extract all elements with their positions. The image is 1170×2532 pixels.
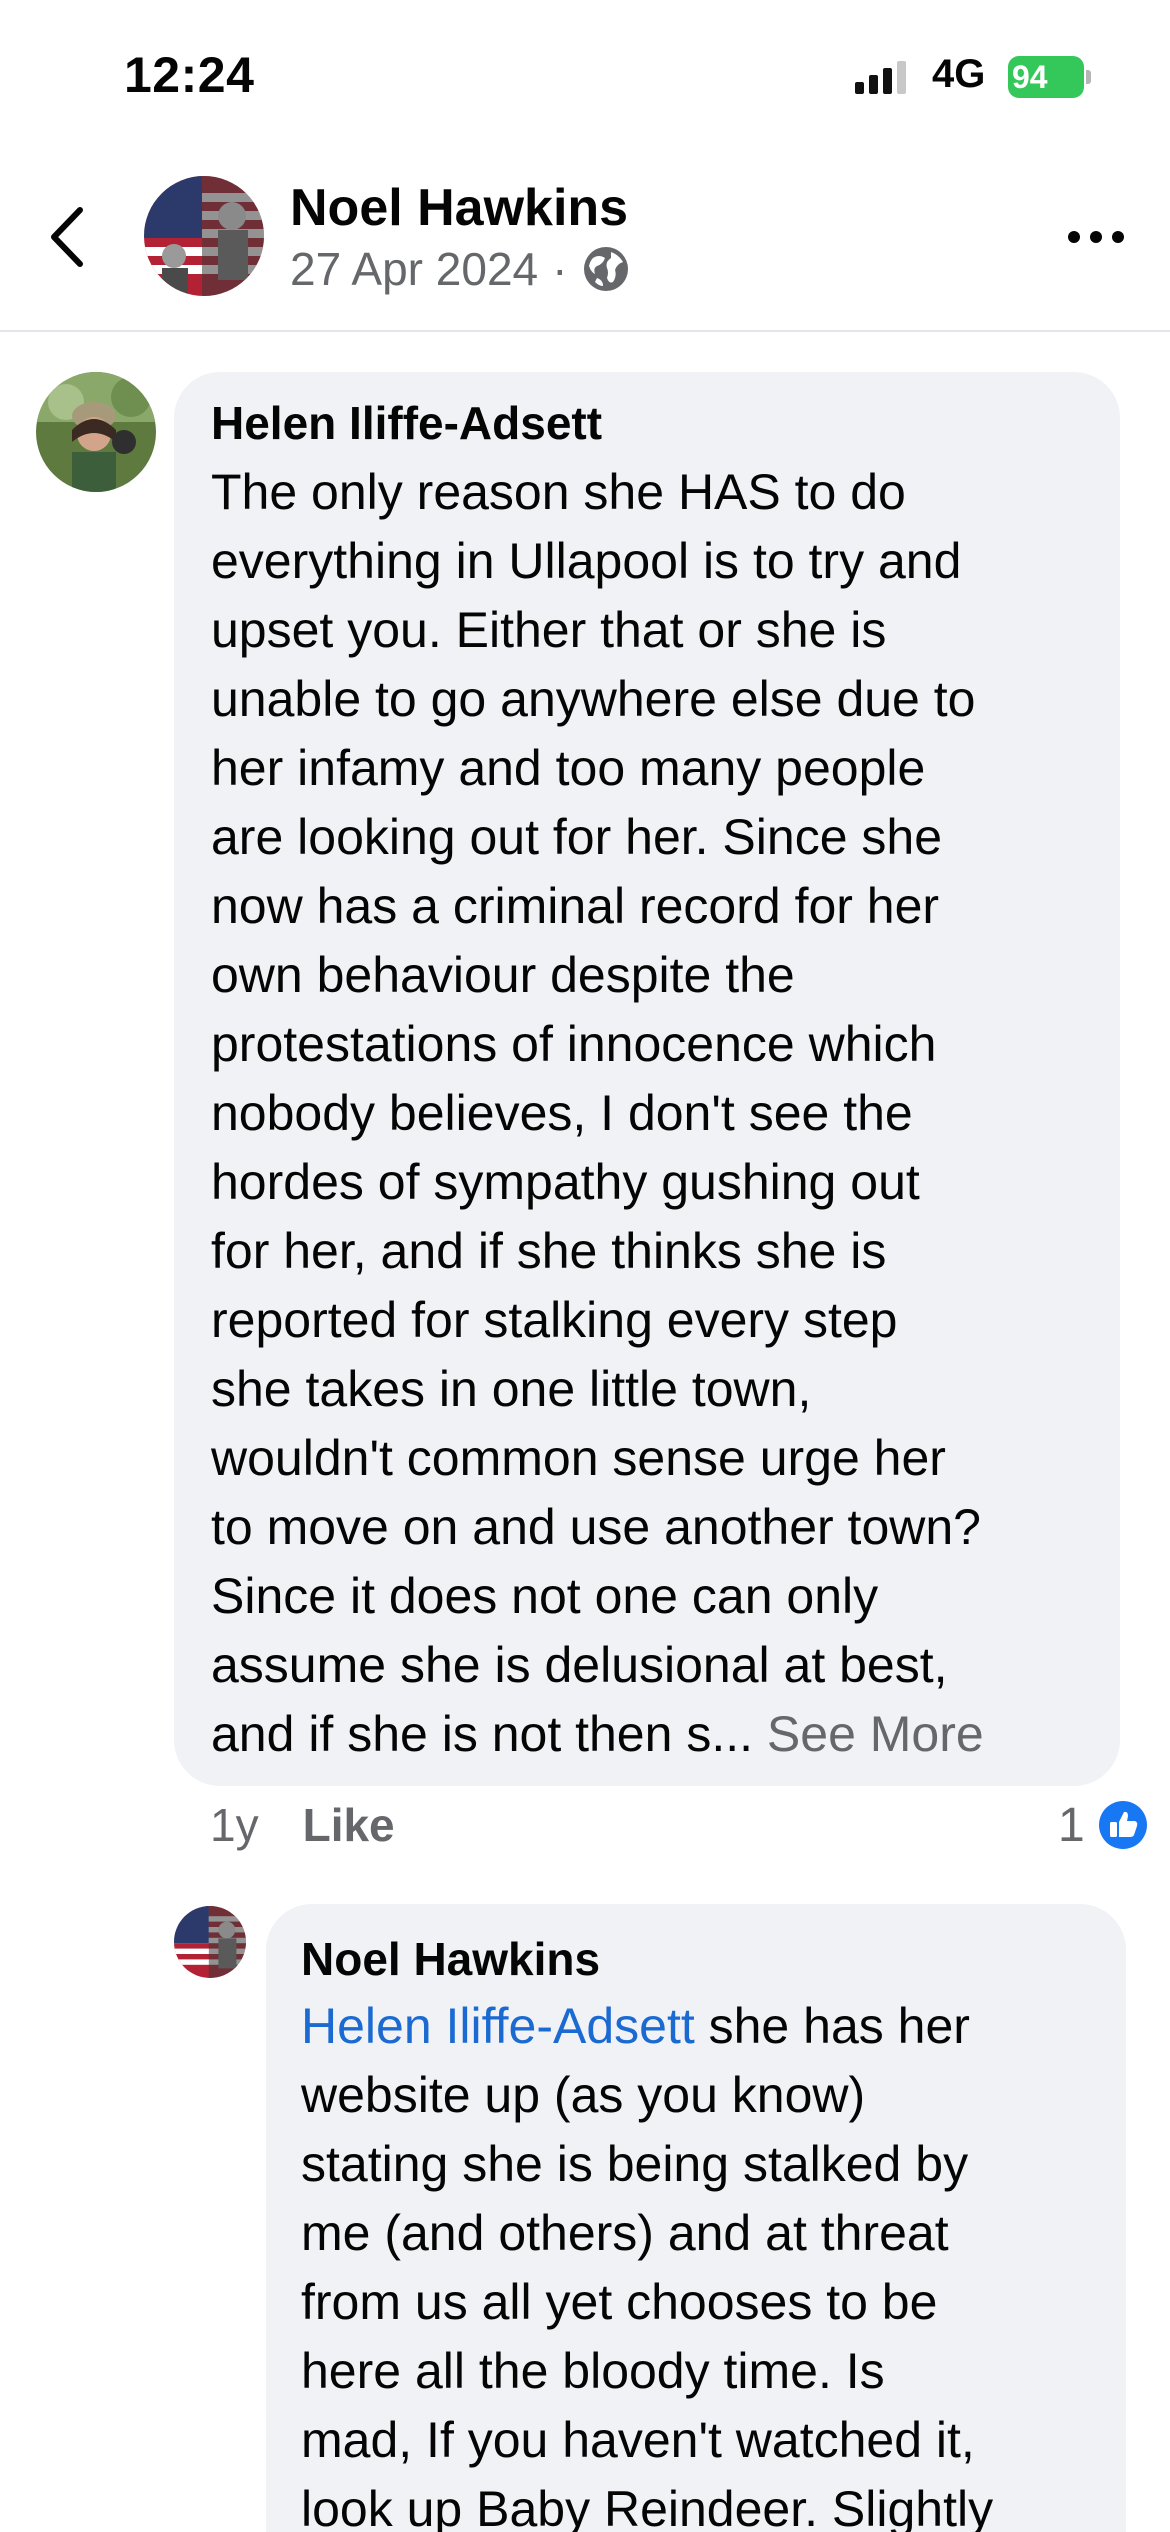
screen: 12:24 4G 94 Noel Hawkins 27 Apr 2024 · H…: [0, 0, 1170, 2532]
comment-text-line: she takes in one little town,: [211, 1361, 812, 1417]
reply-author[interactable]: Noel Hawkins: [301, 1932, 600, 1986]
comment-text-line: own behaviour despite the: [211, 947, 795, 1003]
comment-text-line: nobody believes, I don't see the: [211, 1085, 913, 1141]
poster-name[interactable]: Noel Hawkins: [290, 178, 628, 238]
post-header: Noel Hawkins 27 Apr 2024 ·: [0, 150, 1170, 332]
comment-text-line: upset you. Either that or she is: [211, 602, 887, 658]
commenter-avatar[interactable]: [36, 372, 156, 492]
status-time: 12:24: [124, 47, 255, 103]
more-options-icon[interactable]: [1066, 222, 1126, 252]
see-more-link[interactable]: See More: [767, 1706, 984, 1762]
comment-text-line: are looking out for her. Since she: [211, 809, 943, 865]
comment-text-line: her infamy and too many people: [211, 740, 926, 796]
reply-text-line: from us all yet chooses to be: [301, 2274, 938, 2330]
meta-separator: ·: [552, 243, 568, 295]
reply-first-line: Helen Iliffe-Adsett she has her: [301, 1992, 993, 2061]
battery-level: 94: [1012, 59, 1048, 95]
reply-avatar[interactable]: [174, 1906, 246, 1978]
comment-truncated-text: and if she is not then s...: [211, 1706, 753, 1762]
reply-text-line: website up (as you know): [301, 2067, 866, 2123]
post-date[interactable]: 27 Apr 2024: [290, 242, 538, 296]
reaction-count[interactable]: 1: [1058, 1798, 1085, 1853]
reply-text-line: look up Baby Reindeer. Slightly: [301, 2481, 994, 2532]
comment-text-line: now has a criminal record for her: [211, 878, 940, 934]
network-type: 4G: [932, 52, 986, 96]
comment-text: The only reason she HAS to do everything …: [211, 458, 984, 1769]
poster-avatar[interactable]: [144, 176, 264, 296]
status-bar: 12:24 4G 94: [0, 0, 1170, 150]
post-meta: 27 Apr 2024 ·: [290, 242, 631, 296]
mention-link[interactable]: Helen Iliffe-Adsett: [301, 1998, 695, 2054]
globe-icon: [584, 247, 629, 291]
thumbs-up-reaction-icon[interactable]: [1098, 1800, 1148, 1850]
comment-text-line: unable to go anywhere else due to: [211, 671, 976, 727]
comment-text-line: Since it does not one can only: [211, 1568, 879, 1624]
reply-text: Helen Iliffe-Adsett she has her website …: [301, 1992, 993, 2532]
reply-text-line: mad, If you haven't watched it,: [301, 2412, 975, 2468]
back-chevron-icon[interactable]: [44, 202, 94, 272]
comment-text-line: The only reason she HAS to do: [211, 464, 906, 520]
reply-text-line: stating she is being stalked by: [301, 2136, 969, 2192]
cellular-signal-icon: [855, 61, 906, 94]
battery-cap: [1086, 70, 1091, 84]
commenter-photo: [36, 372, 156, 492]
comment-text-line: to move on and use another town?: [211, 1499, 981, 1555]
comment-text-line: reported for stalking every step: [211, 1292, 898, 1348]
comment-text-line: for her, and if she thinks she is: [211, 1223, 887, 1279]
comment-text-line: hordes of sympathy gushing out: [211, 1154, 920, 1210]
comment-text-line: assume she is delusional at best,: [211, 1637, 948, 1693]
reply-flag-avatar-image: [174, 1906, 246, 1978]
reply-first-line-text: she has her: [694, 1998, 970, 2054]
battery-indicator: 94: [1008, 56, 1091, 98]
comment-text-line: protestations of innocence which: [211, 1016, 937, 1072]
like-button[interactable]: Like: [303, 1798, 395, 1852]
reply-text-line: me (and others) and at threat: [301, 2205, 949, 2261]
reply-text-line: here all the bloody time. Is: [301, 2343, 885, 2399]
flag-avatar-image: [144, 176, 264, 296]
comment-actions: 1y Like: [210, 1798, 395, 1852]
comment-author[interactable]: Helen Iliffe-Adsett: [211, 396, 602, 450]
comment-text-line: wouldn't common sense urge her: [211, 1430, 946, 1486]
comment-text-last-line: and if she is not then s... See More: [211, 1700, 984, 1769]
comment-time[interactable]: 1y: [210, 1798, 259, 1852]
comment-text-line: everything in Ullapool is to try and: [211, 533, 962, 589]
